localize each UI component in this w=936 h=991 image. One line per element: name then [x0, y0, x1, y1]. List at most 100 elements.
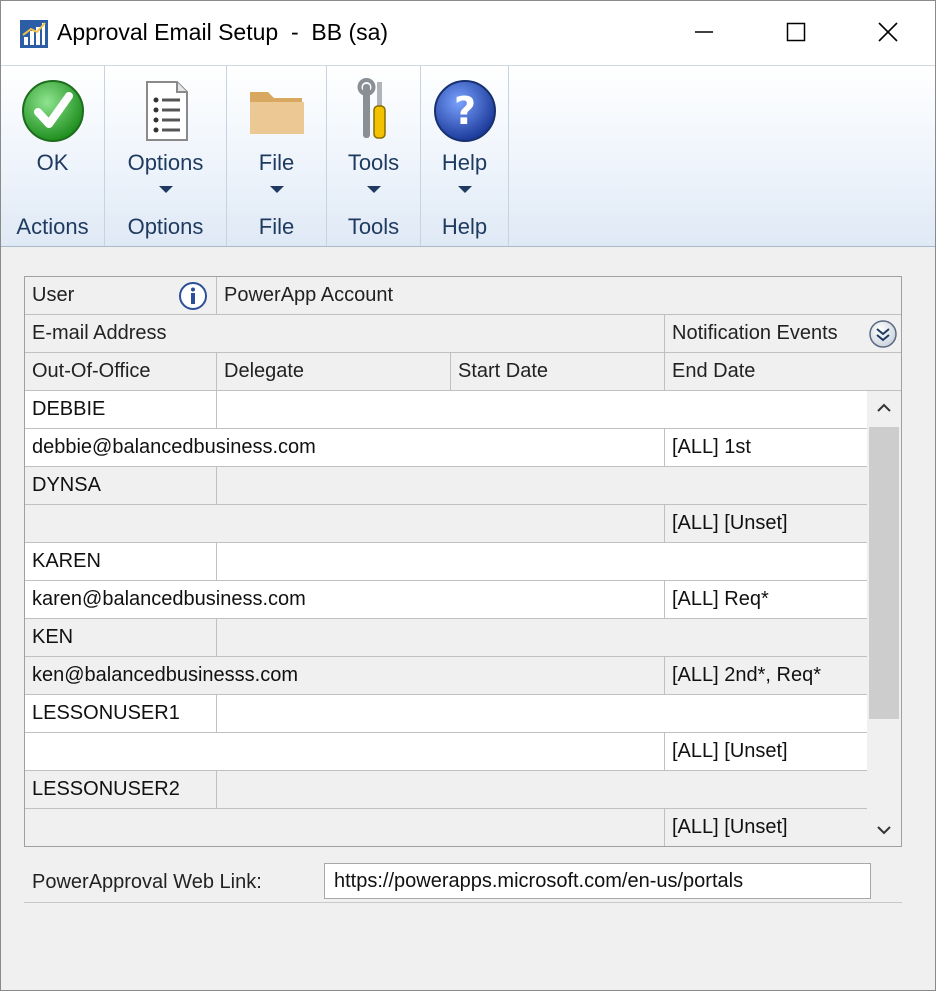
approval-email-setup-window: Approval Email Setup - BB (sa) OK Action…: [0, 0, 936, 991]
ribbon-toolbar: OK Actions Options Options File File Too…: [1, 65, 935, 247]
header-notification-events[interactable]: Notification Events: [665, 315, 901, 352]
file-dropdown-arrow-icon: [269, 186, 284, 193]
header-end-date-label: End Date: [672, 360, 756, 382]
header-out-of-office[interactable]: Out-Of-Office: [25, 353, 217, 390]
tools-label: Tools: [347, 150, 400, 175]
table-row-user[interactable]: DEBBIE: [25, 391, 867, 429]
table-row-email[interactable]: ken@balancedbusinesss.com [ALL] 2nd*, Req…: [25, 657, 867, 695]
header-email-address[interactable]: E-mail Address: [25, 315, 665, 352]
table-row-user[interactable]: LESSONUSER1: [25, 695, 867, 733]
cell-powerapp-account[interactable]: [217, 695, 867, 732]
maximize-button[interactable]: [773, 9, 819, 55]
cell-user[interactable]: LESSONUSER1: [25, 695, 217, 732]
cell-notification-events[interactable]: [ALL] [Unset]: [665, 733, 867, 770]
header-notification-events-label: Notification Events: [672, 322, 838, 344]
cell-powerapp-account[interactable]: [217, 543, 867, 580]
ribbon-group-help: ? Help Help: [421, 66, 509, 246]
table-row-email[interactable]: [ALL] [Unset]: [25, 733, 867, 771]
header-row-2: E-mail Address Notification Events: [25, 315, 901, 353]
header-powerapp-account[interactable]: PowerApp Account: [217, 277, 901, 314]
cell-user[interactable]: DYNSA: [25, 467, 217, 504]
grid-vertical-scrollbar[interactable]: [867, 391, 901, 846]
help-button[interactable]: ? Help: [421, 74, 508, 204]
header-email-label: E-mail Address: [32, 322, 167, 344]
cell-email-address[interactable]: debbie@balancedbusiness.com: [25, 429, 665, 466]
header-user-label: User: [32, 284, 75, 306]
options-label: Options: [127, 150, 204, 175]
ribbon-group-options: Options Options: [105, 66, 227, 246]
cell-notification-events[interactable]: [ALL] 1st: [665, 429, 867, 466]
maximize-icon: [786, 22, 806, 42]
header-start-date-label: Start Date: [458, 360, 549, 382]
cell-notification-events[interactable]: [ALL] [Unset]: [665, 505, 867, 542]
tools-button[interactable]: Tools: [327, 74, 420, 204]
cell-powerapp-account[interactable]: [217, 391, 867, 428]
scroll-down-button[interactable]: [867, 813, 901, 846]
user-email-grid: User PowerApp Account E-mail Address Not…: [24, 276, 902, 847]
group-label-options: Options: [127, 214, 204, 239]
cell-notification-events[interactable]: [ALL] Req*: [665, 581, 867, 618]
cell-email-address[interactable]: [25, 733, 665, 770]
cell-email-address[interactable]: karen@balancedbusiness.com: [25, 581, 665, 618]
cell-powerapp-account[interactable]: [217, 467, 867, 504]
group-label-help: Help: [441, 214, 488, 239]
ribbon-group-file: File File: [227, 66, 327, 246]
expand-rows-icon[interactable]: [868, 319, 898, 349]
file-button[interactable]: File: [227, 74, 326, 204]
group-label-tools: Tools: [347, 214, 400, 239]
cell-user[interactable]: DEBBIE: [25, 391, 217, 428]
group-label-actions: Actions: [16, 214, 89, 239]
help-label: Help: [441, 150, 488, 175]
cell-notification-events[interactable]: [ALL] [Unset]: [665, 809, 867, 846]
web-link-input[interactable]: [324, 863, 871, 899]
close-icon: [878, 22, 898, 42]
table-row-user[interactable]: DYNSA: [25, 467, 867, 505]
options-button[interactable]: Options: [105, 74, 226, 204]
grid-data-rows: DEBBIE debbie@balancedbusiness.com [ALL] 1…: [25, 391, 867, 846]
group-label-file: File: [258, 214, 295, 239]
info-icon[interactable]: [178, 281, 208, 311]
chevron-down-icon: [877, 826, 891, 835]
help-dropdown-arrow-icon: [457, 186, 472, 193]
minimize-button[interactable]: [681, 9, 727, 55]
scroll-up-button[interactable]: [867, 391, 901, 425]
ok-button[interactable]: OK: [1, 74, 104, 204]
window-title: Approval Email Setup - BB (sa): [57, 19, 389, 45]
cell-powerapp-account[interactable]: [217, 771, 867, 808]
cell-email-address[interactable]: ken@balancedbusinesss.com: [25, 657, 665, 694]
cell-notification-events[interactable]: [ALL] 2nd*, Req*: [665, 657, 867, 694]
header-delegate-label: Delegate: [224, 360, 305, 382]
cell-user[interactable]: LESSONUSER2: [25, 771, 217, 808]
ribbon-group-tools: Tools Tools: [327, 66, 421, 246]
cell-email-address[interactable]: [25, 809, 665, 846]
cell-email-address[interactable]: [25, 505, 665, 542]
close-button[interactable]: [865, 9, 911, 55]
svg-text:?: ?: [453, 89, 475, 133]
web-link-section: PowerApproval Web Link:: [24, 859, 902, 903]
help-icon: ?: [433, 80, 496, 142]
minimize-icon: [695, 31, 713, 33]
header-row-3: Out-Of-Office Delegate Start Date End Da…: [25, 353, 901, 391]
header-delegate[interactable]: Delegate: [217, 353, 451, 390]
ok-check-icon: [21, 80, 84, 142]
table-row-email[interactable]: debbie@balancedbusiness.com [ALL] 1st: [25, 429, 867, 467]
table-row-email[interactable]: [ALL] [Unset]: [25, 505, 867, 543]
table-row-user[interactable]: KAREN: [25, 543, 867, 581]
cell-user[interactable]: KEN: [25, 619, 217, 656]
tools-icon: [357, 78, 386, 139]
table-row-user[interactable]: LESSONUSER2: [25, 771, 867, 809]
title-bar: Approval Email Setup - BB (sa): [1, 1, 935, 65]
table-row-user[interactable]: KEN: [25, 619, 867, 657]
header-start-date[interactable]: Start Date: [451, 353, 665, 390]
scroll-thumb[interactable]: [869, 427, 899, 719]
header-end-date[interactable]: End Date: [665, 353, 901, 390]
header-out-of-office-label: Out-Of-Office: [32, 360, 151, 382]
ok-label: OK: [36, 150, 69, 175]
app-chart-icon: [20, 20, 48, 48]
cell-user[interactable]: KAREN: [25, 543, 217, 580]
chevron-up-icon: [877, 403, 891, 412]
table-row-email[interactable]: [ALL] [Unset]: [25, 809, 867, 846]
table-row-email[interactable]: karen@balancedbusiness.com [ALL] Req*: [25, 581, 867, 619]
file-label: File: [258, 150, 295, 175]
cell-powerapp-account[interactable]: [217, 619, 867, 656]
